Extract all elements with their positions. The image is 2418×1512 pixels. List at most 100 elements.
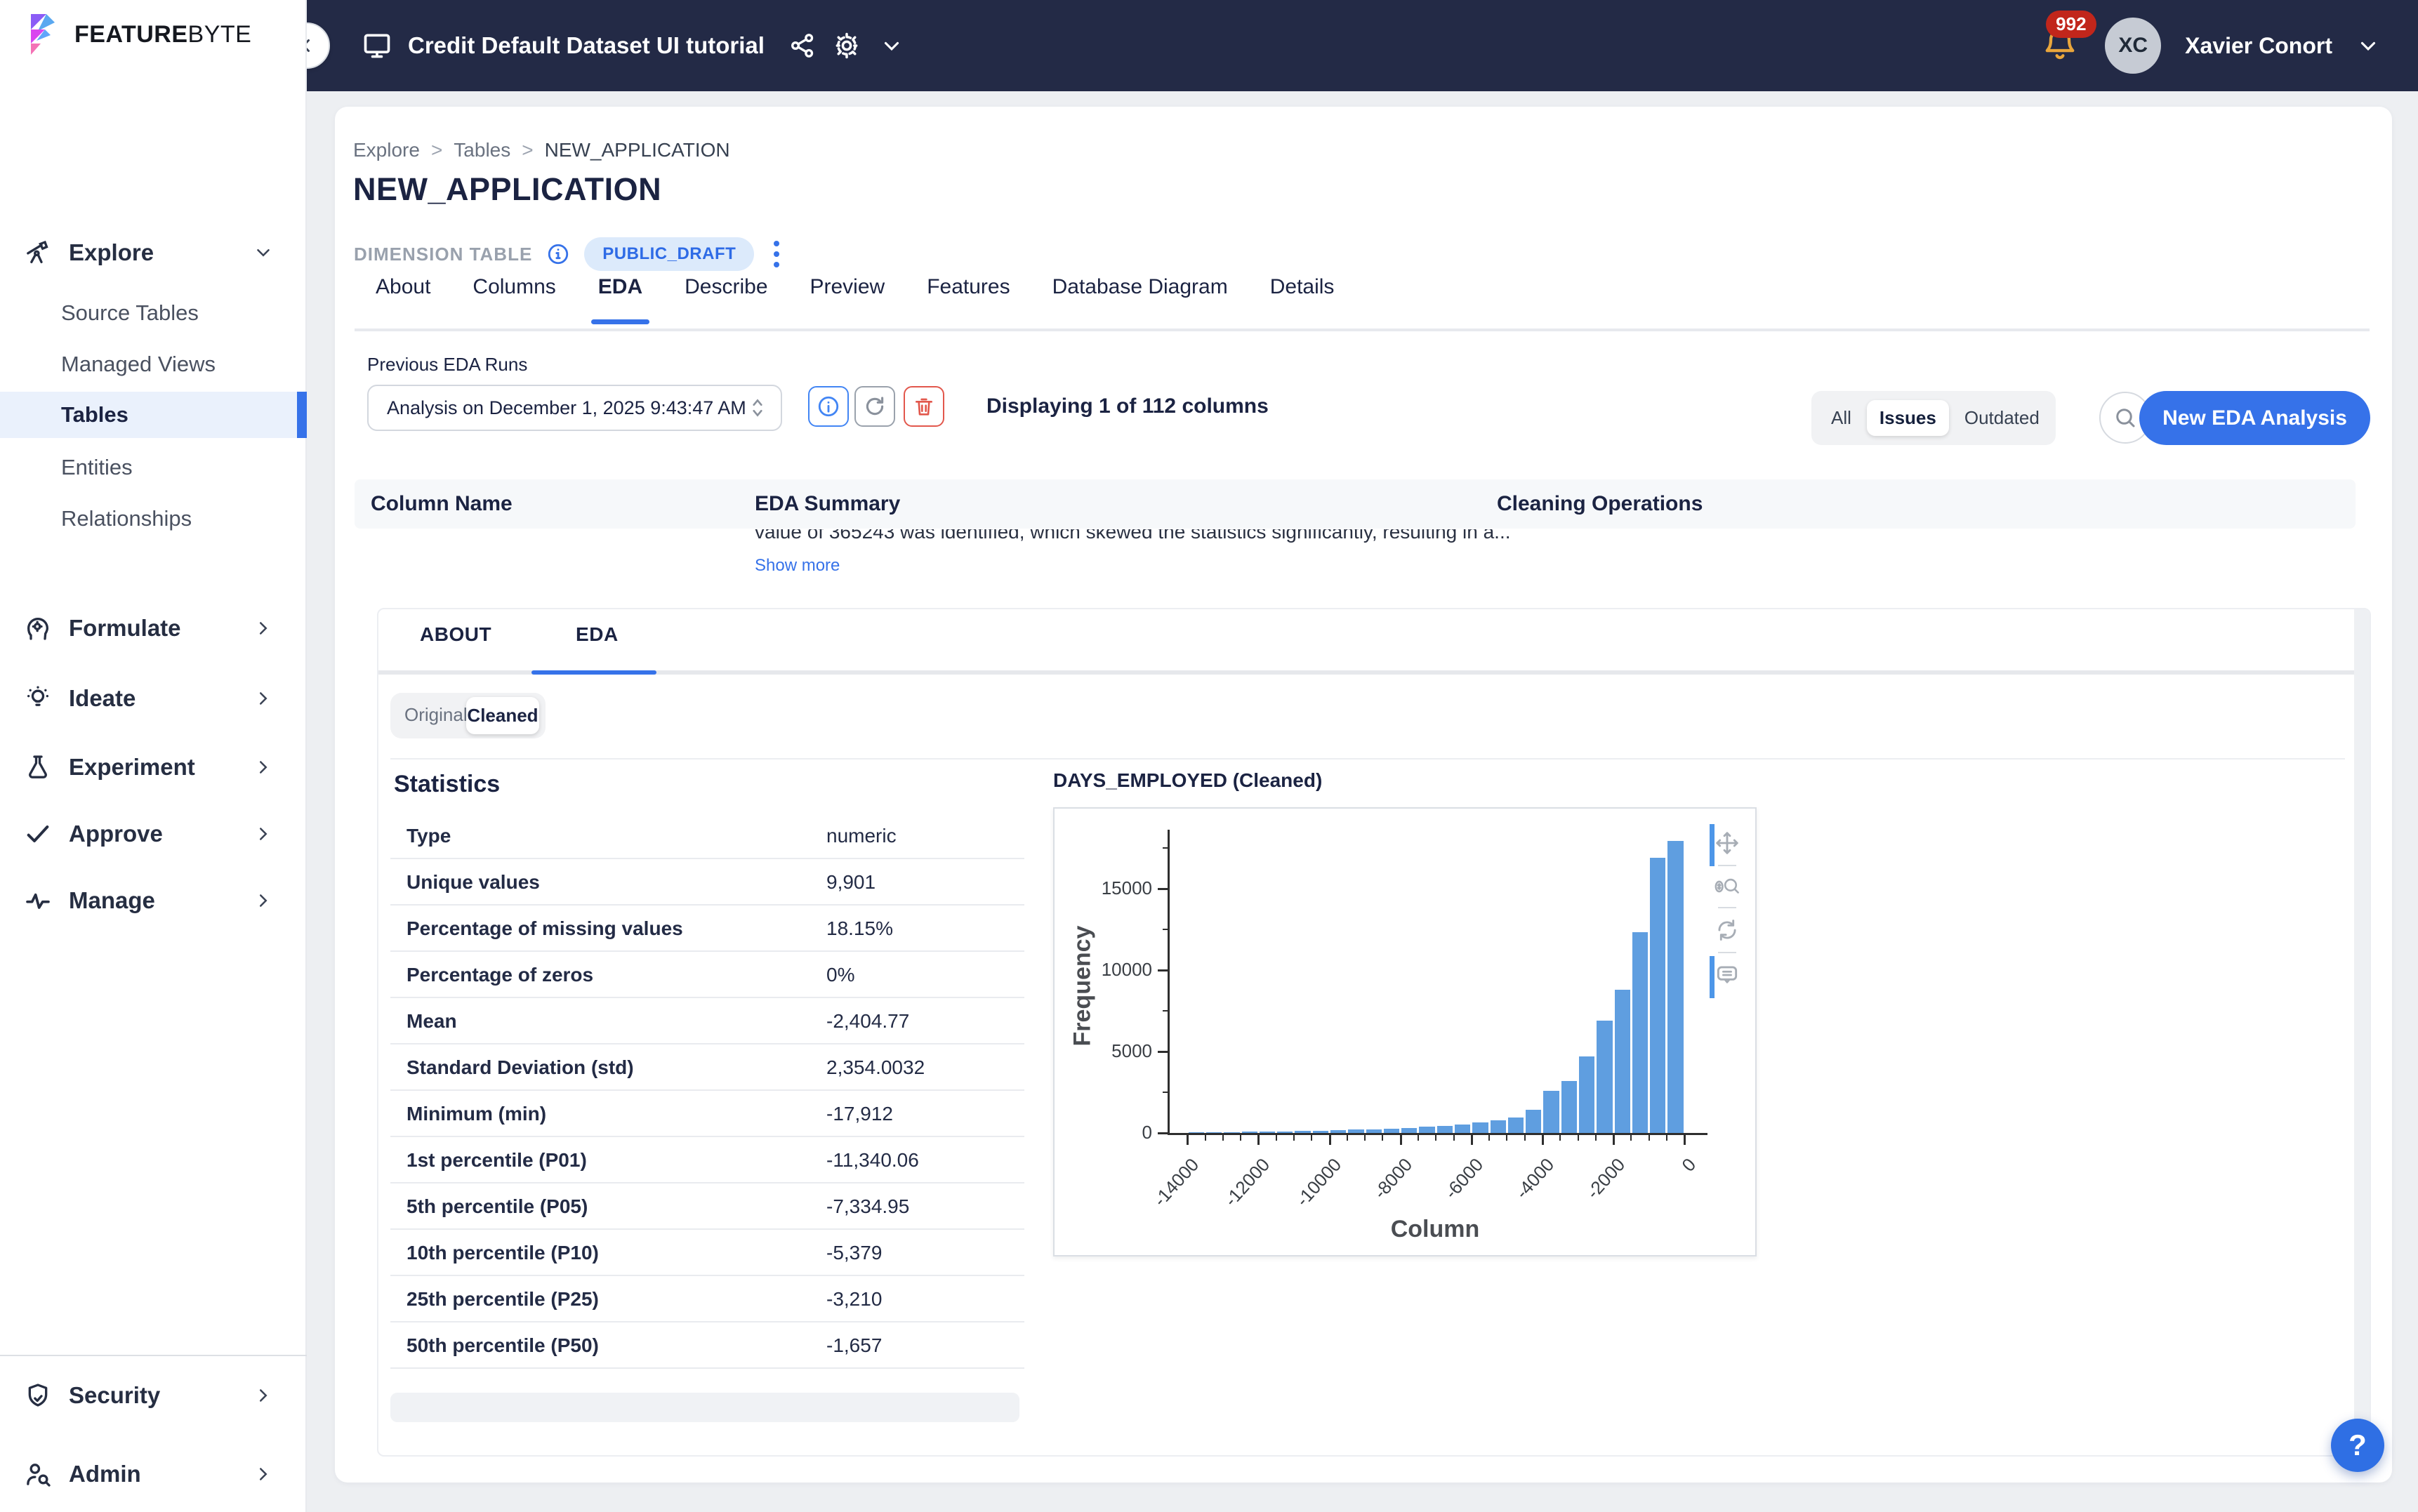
sidebar-item-label: Entities xyxy=(61,455,133,480)
tab-database-diagram[interactable]: Database Diagram xyxy=(1052,275,1228,320)
sidebar-item-managed-views[interactable]: Managed Views xyxy=(0,341,307,387)
filter-outdated[interactable]: Outdated xyxy=(1952,400,2052,436)
tab-details[interactable]: Details xyxy=(1270,275,1335,320)
histogram-bar xyxy=(1526,1110,1541,1133)
chevron-right-icon xyxy=(253,688,274,709)
horizontal-scrollbar-track[interactable] xyxy=(390,1393,1019,1422)
eda-summary-header: EDA Summary xyxy=(755,492,900,516)
x-tick-label: -10000 xyxy=(1264,1154,1346,1242)
kebab-menu-icon[interactable] xyxy=(768,238,785,270)
tab-eda[interactable]: EDA xyxy=(598,275,642,320)
x-minor-tick xyxy=(1347,1135,1348,1141)
chevron-right-icon xyxy=(253,823,274,844)
x-axis-title: Column xyxy=(1379,1216,1491,1243)
avatar[interactable]: XC xyxy=(2105,18,2161,74)
chart-toolbar xyxy=(1709,830,1745,988)
x-minor-tick xyxy=(1293,1135,1295,1141)
sidebar-item-tables[interactable]: Tables xyxy=(0,392,307,438)
toggle-cleaned[interactable]: Cleaned xyxy=(466,697,539,734)
notifications-button[interactable]: 992 xyxy=(2042,26,2081,65)
sidebar-item-formulate[interactable]: Formulate xyxy=(0,600,307,656)
tooltip-tool-icon[interactable] xyxy=(1714,962,1740,988)
stat-row-p50: 50th percentile (P50)-1,657 xyxy=(390,1322,1024,1369)
sidebar-item-explore[interactable]: Explore xyxy=(0,225,307,281)
x-axis-line xyxy=(1168,1133,1707,1135)
x-minor-tick xyxy=(1578,1135,1579,1141)
sidebar-item-experiment[interactable]: Experiment xyxy=(0,739,307,795)
filter-all[interactable]: All xyxy=(1818,400,1864,436)
tab-columns[interactable]: Columns xyxy=(473,275,555,320)
box-zoom-tool-icon[interactable] xyxy=(1713,875,1741,898)
histogram-plot[interactable]: 050001000015000-14000-12000-10000-8000-6… xyxy=(1055,809,1755,1255)
y-major-tick xyxy=(1158,969,1168,971)
stat-row-mean: Mean-2,404.77 xyxy=(390,998,1024,1045)
sidebar-item-label: Security xyxy=(69,1382,160,1409)
share-icon[interactable] xyxy=(788,32,817,60)
sidebar-item-entities[interactable]: Entities xyxy=(0,444,307,491)
sidebar-item-label: Formulate xyxy=(69,615,181,642)
tab-describe[interactable]: Describe xyxy=(685,275,767,320)
y-minor-tick xyxy=(1163,929,1168,930)
toggle-original[interactable]: Original xyxy=(404,704,468,726)
gear-icon[interactable] xyxy=(832,31,861,60)
run-info-button[interactable] xyxy=(808,386,849,427)
chevron-right-icon xyxy=(253,1464,274,1485)
user-menu-chevron-icon[interactable] xyxy=(2356,34,2380,58)
sidebar-item-security[interactable]: Security xyxy=(0,1367,307,1424)
histogram-chart[interactable]: 050001000015000-14000-12000-10000-8000-6… xyxy=(1053,807,1757,1256)
filter-issues[interactable]: Issues xyxy=(1867,400,1949,436)
x-major-tick xyxy=(1542,1135,1544,1145)
new-eda-analysis-button[interactable]: New EDA Analysis xyxy=(2139,391,2370,445)
tab-preview[interactable]: Preview xyxy=(810,275,885,320)
pan-tool-icon[interactable] xyxy=(1714,830,1740,856)
user-name: Xavier Conort xyxy=(2185,33,2332,59)
run-refresh-button[interactable] xyxy=(854,386,895,427)
help-button[interactable]: ? xyxy=(2331,1419,2384,1472)
detail-tab-eda[interactable]: EDA xyxy=(576,623,619,646)
info-icon[interactable] xyxy=(546,242,570,266)
breadcrumb-explore[interactable]: Explore xyxy=(353,139,420,161)
sidebar-item-approve[interactable]: Approve xyxy=(0,806,307,862)
detail-tab-track xyxy=(378,670,2357,675)
workspace-chevron-down-icon[interactable] xyxy=(880,34,904,58)
sidebar-item-manage[interactable]: Manage xyxy=(0,873,307,929)
histogram-bar xyxy=(1401,1128,1417,1133)
featurebyte-logo[interactable]: FEATUREBYTE xyxy=(24,13,251,56)
show-more-link[interactable]: Show more xyxy=(755,556,840,576)
page-tabs: About Columns EDA Describe Preview Featu… xyxy=(376,275,1334,320)
stat-row-zeros: Percentage of zeros0% xyxy=(390,952,1024,998)
breadcrumb-tables[interactable]: Tables xyxy=(454,139,510,161)
tab-features[interactable]: Features xyxy=(927,275,1010,320)
page-title: NEW_APPLICATION xyxy=(353,171,661,208)
sidebar-divider xyxy=(0,1355,307,1356)
tab-about[interactable]: About xyxy=(376,275,430,320)
histogram-bar xyxy=(1472,1122,1488,1133)
histogram-bar xyxy=(1295,1131,1310,1133)
reset-view-tool-icon[interactable] xyxy=(1714,917,1740,943)
histogram-bar xyxy=(1615,990,1630,1133)
top-bar: Credit Default Dataset UI tutorial 992 X… xyxy=(307,0,2418,91)
shield-check-icon xyxy=(24,1381,52,1410)
eda-run-select[interactable]: Analysis on December 1, 2025 9:43:47 AM xyxy=(367,385,782,431)
sidebar-item-source-tables[interactable]: Source Tables xyxy=(0,290,307,336)
stat-row-p25: 25th percentile (P25)-3,210 xyxy=(390,1276,1024,1322)
sidebar-item-ideate[interactable]: Ideate xyxy=(0,670,307,727)
y-tick-label: 0 xyxy=(1068,1122,1152,1143)
sidebar-item-relationships[interactable]: Relationships xyxy=(0,496,307,542)
vertical-scrollbar-track[interactable] xyxy=(2354,609,2370,1455)
x-minor-tick xyxy=(1205,1135,1206,1141)
sidebar-item-admin[interactable]: Admin xyxy=(0,1446,307,1502)
run-delete-button[interactable] xyxy=(904,386,944,427)
histogram-bar xyxy=(1384,1129,1399,1133)
select-chevrons-icon xyxy=(748,396,767,420)
chevron-right-icon xyxy=(253,757,274,778)
x-tick-label: 0 xyxy=(1619,1154,1701,1242)
check-icon xyxy=(24,820,52,848)
histogram-bar xyxy=(1508,1118,1524,1133)
search-icon xyxy=(2113,405,2138,430)
logo-text-feature: FEATURE xyxy=(74,21,188,48)
histogram-bar xyxy=(1224,1132,1239,1133)
x-minor-tick xyxy=(1506,1135,1507,1141)
stat-row-std: Standard Deviation (std)2,354.0032 xyxy=(390,1045,1024,1091)
detail-tab-about[interactable]: ABOUT xyxy=(420,623,491,646)
